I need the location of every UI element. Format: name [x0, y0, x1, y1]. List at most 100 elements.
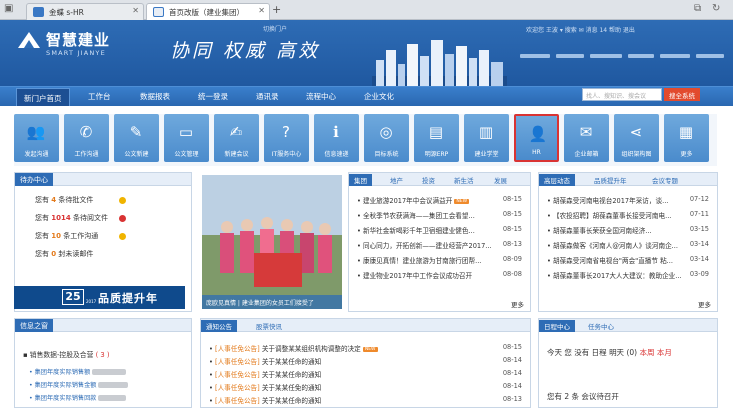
chat-icon: ✆	[79, 123, 93, 141]
dynamics-item[interactable]: • 【农投招聘】胡葆森董事长接受河南电...	[547, 210, 687, 220]
refresh-icon[interactable]: ↻	[712, 3, 720, 14]
tab-development[interactable]: 发展	[489, 174, 512, 186]
tab-new-life[interactable]: 新生活	[449, 174, 479, 186]
quality-year-banner[interactable]: 25 2017 品质提升年	[14, 286, 185, 309]
shortcut-it-service[interactable]: ? IT服务中心	[264, 114, 309, 162]
new-tab-button[interactable]: +	[272, 3, 281, 16]
restore-icon[interactable]: ⧉	[694, 3, 701, 14]
shortcut-mail[interactable]: ✉ 企业邮箱	[564, 114, 609, 162]
shortcut-more[interactable]: ▦ 更多	[664, 114, 709, 162]
document-new-icon: ✎	[129, 123, 143, 141]
portal-header: 智慧建业 SMART JIANYE 切换门户 协同 权威 高效 欢迎您 王波 ▾…	[0, 20, 733, 86]
schedule-panel: 日程中心 任务中心 今天 您 没有 日程 明天 (0) 本周 本月 您有 2 条…	[538, 318, 718, 408]
tab-leadership[interactable]: 高层动态	[539, 174, 575, 186]
meeting-reminder[interactable]: 您有 2 条 会议待召开	[547, 391, 619, 402]
shortcut-document-manage[interactable]: ▭ 公文管理	[164, 114, 209, 162]
news-panel: 集团 地产 投资 新生活 发展 • 建业旅游2017年中会议满益开 NEW 08-…	[348, 172, 531, 312]
tab-investment[interactable]: 投资	[417, 174, 440, 186]
shortcut-academy[interactable]: ▥ 建业学堂	[464, 114, 509, 162]
news-item[interactable]: • 全秋季节农获满海——集团工会看望...	[357, 210, 517, 220]
news-more-link[interactable]: 更多	[511, 299, 524, 309]
nav-item-sso[interactable]: 统一登录	[198, 91, 228, 102]
dynamics-item[interactable]: • 胡葆森受河南电视台2017年采访，谈...	[547, 195, 687, 205]
shortcut-erp[interactable]: ▤ 明源ERP	[414, 114, 459, 162]
books-icon: ▥	[478, 123, 494, 141]
month-link[interactable]: 本月	[657, 348, 672, 357]
tab-schedule[interactable]: 日程中心	[539, 320, 575, 332]
news-item[interactable]: • 建业物业2017年中工作会议成功召开	[357, 270, 517, 280]
notice-tabs: 通知公告 股票快讯	[201, 319, 530, 332]
nav-item-home[interactable]: 新门户首页	[16, 88, 70, 106]
browser-tab-shr[interactable]: 金蝶 s-HR ✕	[26, 3, 144, 20]
shortcut-info-express[interactable]: ℹ 信息速递	[314, 114, 359, 162]
browser-tab-portal[interactable]: 首页改版（建业集团） ✕	[146, 3, 270, 20]
notice-item[interactable]: • [人事任免公告] 关于某某任命的通知	[209, 395, 489, 405]
news-date: 07-12	[689, 195, 709, 203]
news-date: 08-13	[502, 240, 522, 248]
nav-item-process[interactable]: 流程中心	[306, 91, 336, 102]
erp-icon: ▤	[428, 123, 444, 141]
shortcut-new-document[interactable]: ✎ 公文新建	[114, 114, 159, 162]
tab-quality-year[interactable]: 品质提升年	[589, 174, 632, 186]
dynamics-item[interactable]: • 胡葆森董事长荣获全国河南经济...	[547, 225, 687, 235]
logo-english-name: SMART JIANYE	[46, 49, 106, 57]
shortcut-org-chart[interactable]: ⋖ 组织架构图	[614, 114, 659, 162]
dynamics-more-link[interactable]: 更多	[698, 299, 711, 309]
info-panel-title: 信息之窗	[15, 319, 53, 332]
week-link[interactable]: 本周	[639, 348, 654, 357]
news-date: 03-09	[689, 270, 709, 278]
shortcut-start-chat[interactable]: 👥 发起沟通	[14, 114, 59, 162]
tab-group[interactable]: 集团	[349, 174, 372, 186]
todo-row-read[interactable]: 您有 1014 条待阅文件	[35, 213, 108, 223]
status-dot-icon	[119, 233, 126, 240]
dynamics-panel: 高层动态 品质提升年 会议专题 • 胡葆森受河南电视台2017年采访，谈... 0…	[538, 172, 718, 312]
shortcut-new-meeting[interactable]: ✍ 新建会议	[214, 114, 259, 162]
shortcut-target-system[interactable]: ◎ 目标系统	[364, 114, 409, 162]
todo-panel-header: 待办中心	[15, 173, 191, 186]
header-utility-links[interactable]: 欢迎您 王波 ▾ 搜索 ✉ 消息 14 帮助 退出	[526, 25, 635, 34]
switch-version-link[interactable]: 切换门户	[263, 24, 287, 33]
todo-row-chat[interactable]: 您有 10 条工作沟通	[35, 231, 98, 241]
nav-item-workbench[interactable]: 工作台	[88, 91, 111, 102]
search-input[interactable]: 找人、搜知识、搜会议	[582, 88, 662, 101]
news-item[interactable]: • 新华社金新喝彩千年卫宿细建业健色...	[357, 225, 517, 235]
info-item[interactable]: • 集团年度实际销售金额	[29, 380, 129, 389]
tab-notices[interactable]: 通知公告	[201, 320, 237, 332]
news-item[interactable]: • 同心同力，开拓创新——建业经营产2017...	[357, 240, 517, 250]
notice-item[interactable]: • [人事任免公告] 关于某某任命的通知	[209, 369, 489, 379]
tab-tasks[interactable]: 任务中心	[583, 320, 619, 332]
news-item[interactable]: • 康康见真情！建业旅游为甘南旅行团帮...	[357, 255, 517, 265]
search-button[interactable]: 搜全系统	[664, 88, 700, 101]
nav-item-contacts[interactable]: 通讯录	[256, 91, 279, 102]
notice-item[interactable]: • [人事任免公告] 关于某某任命的通知	[209, 356, 489, 366]
grid-icon: ▦	[678, 123, 694, 141]
todo-row-approve[interactable]: 您有 4 条待批文件	[35, 195, 93, 205]
tab-meetings[interactable]: 会议专题	[647, 174, 683, 186]
close-tab-icon[interactable]: ✕	[132, 6, 139, 15]
info-item[interactable]: • 集团年度实际销售回款	[29, 393, 127, 402]
info-section-title[interactable]: ▪ 销售数据-控股及合营 ( 3 )	[23, 349, 110, 359]
close-tab-icon[interactable]: ✕	[258, 6, 265, 15]
tab-stock-news[interactable]: 股票快讯	[251, 320, 287, 332]
notice-item[interactable]: • [人事任免公告] 关于某某任免的通知	[209, 382, 489, 392]
new-badge: NEW	[454, 198, 470, 204]
back-icon[interactable]: ▣	[4, 3, 13, 14]
news-item[interactable]: • 建业旅游2017年中会议满益开 NEW	[357, 195, 517, 205]
todo-row-mail[interactable]: 您有 0 封未读邮件	[35, 249, 93, 259]
dynamics-item[interactable]: • 胡葆森受河南省电视台"两会"直播节 粘...	[547, 255, 687, 265]
news-date: 03-14	[689, 255, 709, 263]
news-photo[interactable]: 庞欧见真情 | 建业集团的女员工们接受了	[202, 175, 342, 309]
shortcut-work-chat[interactable]: ✆ 工作沟通	[64, 114, 109, 162]
dynamics-item[interactable]: • 胡葆森董事长2017大人大建议：教助企业...	[547, 270, 687, 280]
notice-item[interactable]: • [人事任免公告] 关于调整某某组织机构调整的决定 NEW	[209, 343, 489, 353]
notice-date: 08-14	[502, 382, 522, 390]
nav-item-reports[interactable]: 数据报表	[140, 91, 170, 102]
news-date: 07-11	[689, 210, 709, 218]
nav-item-culture[interactable]: 企业文化	[364, 91, 394, 102]
tab-realestate[interactable]: 地产	[385, 174, 408, 186]
dynamics-item[interactable]: • 胡葆森做客《河南人@河南人》谈河南企...	[547, 240, 687, 250]
news-date: 08-15	[502, 210, 522, 218]
notice-date: 08-15	[502, 343, 522, 351]
info-item[interactable]: • 集团年度实际销售额	[29, 367, 127, 376]
shortcut-hr[interactable]: 👤 HR	[514, 114, 559, 162]
